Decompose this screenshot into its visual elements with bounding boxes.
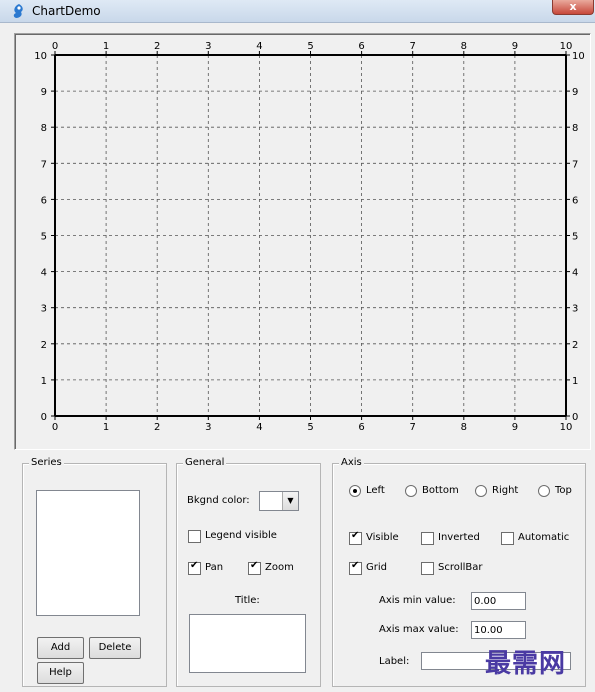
axis-left-label: Left: [366, 485, 385, 496]
app-icon: [13, 4, 23, 18]
x-tick-label-top: 9: [512, 41, 518, 52]
add-series-button[interactable]: Add: [37, 637, 84, 659]
axis-max-input[interactable]: 10.00: [471, 621, 526, 639]
y-tick-label-right: 5: [572, 232, 578, 243]
legend-visible-checkbox[interactable]: [188, 530, 201, 543]
y-tick-label-right: 3: [572, 304, 578, 315]
y-tick-label-right: 1: [572, 376, 578, 387]
scrollbar-label: ScrollBar: [438, 562, 483, 573]
axis-bottom-radio[interactable]: [405, 485, 417, 497]
y-tick-label-right: 6: [572, 195, 578, 206]
y-tick-label: 8: [41, 123, 47, 134]
chevron-down-icon[interactable]: ▼: [282, 492, 298, 510]
axis-max-label: Axis max value:: [379, 624, 459, 635]
y-tick-label: 7: [41, 159, 47, 170]
x-tick-label: 5: [307, 422, 313, 433]
chart-control[interactable]: 0 0 1 1 2 2 3 3 4 4 5 5 6 6 7 7 8 8 9 9 10 10 0 0 1 1 2 2 3 3 4 4 5 5 6 6 7 7…: [14, 33, 591, 450]
y-tick-label-right: 2: [572, 340, 578, 351]
y-tick-label: 0: [41, 412, 47, 423]
title-textarea[interactable]: [189, 614, 306, 673]
axis-min-label: Axis min value:: [379, 595, 456, 606]
window-title: ChartDemo: [32, 4, 101, 18]
x-tick-label-top: 0: [52, 41, 58, 52]
inverted-label: Inverted: [438, 532, 480, 543]
series-group: Series Add Delete Help: [22, 457, 167, 687]
series-listbox[interactable]: [36, 490, 140, 616]
y-tick-label: 5: [41, 232, 47, 243]
general-group: General Bkgnd color: ▼ Legend visible Pa…: [176, 457, 321, 687]
x-tick-label: 8: [461, 422, 467, 433]
title-label: Title:: [235, 595, 260, 606]
x-tick-label-top: 1: [103, 41, 109, 52]
x-tick-label-top: 3: [205, 41, 211, 52]
legend-visible-label: Legend visible: [205, 530, 277, 541]
delete-series-button[interactable]: Delete: [89, 637, 141, 659]
x-tick-label: 7: [410, 422, 416, 433]
axis-right-label: Right: [492, 485, 519, 496]
axis-min-input[interactable]: 0.00: [471, 592, 526, 610]
axis-label-label: Label:: [379, 656, 410, 667]
x-tick-label-top: 5: [307, 41, 313, 52]
axis-bottom-label: Bottom: [422, 485, 459, 496]
x-tick-label: 2: [154, 422, 160, 433]
x-tick-label-top: 6: [358, 41, 364, 52]
help-button[interactable]: Help: [37, 662, 84, 684]
bkgnd-color-label: Bkgnd color:: [187, 495, 250, 506]
watermark-logo: 最需网: [485, 649, 567, 679]
chart-plot[interactable]: 0011223344556677889910100 01 12 23 34 45 56 67 7…: [15, 34, 590, 449]
visible-checkbox[interactable]: [349, 530, 362, 545]
x-tick-label: 1: [103, 422, 109, 433]
axis-top-label: Top: [555, 485, 572, 496]
y-tick-label-right: 0: [572, 412, 578, 423]
series-group-label: Series: [29, 457, 64, 468]
y-tick-label: 10: [34, 51, 47, 62]
automatic-checkbox[interactable]: [501, 532, 514, 545]
x-tick-label-top: 7: [410, 41, 416, 52]
y-tick-label-right: 7: [572, 159, 578, 170]
x-tick-label: 6: [358, 422, 364, 433]
zoom-checkbox[interactable]: [248, 560, 261, 575]
y-tick-label-right: 10: [572, 51, 585, 62]
x-tick-label-top: 8: [461, 41, 467, 52]
y-tick-label-right: 4: [572, 268, 578, 279]
y-tick-label-right: 8: [572, 123, 578, 134]
y-tick-label: 9: [41, 87, 47, 98]
dialog-client-area: 0 0 1 1 2 2 3 3 4 4 5 5 6 6 7 7 8 8 9 9 10 10 0 0 1 1 2 2 3 3 4 4 5 5 6 6 7 7…: [4, 23, 592, 692]
axis-left-radio[interactable]: [349, 485, 361, 497]
grid-checkbox[interactable]: [349, 560, 362, 575]
bkgnd-color-select[interactable]: ▼: [259, 491, 299, 511]
y-tick-label: 2: [41, 340, 47, 351]
close-icon: x: [569, 0, 577, 13]
close-button[interactable]: x: [552, 0, 594, 15]
x-tick-label-top: 2: [154, 41, 160, 52]
automatic-label: Automatic: [518, 532, 570, 543]
zoom-label: Zoom: [265, 562, 294, 573]
visible-label: Visible: [366, 532, 399, 543]
y-tick-label: 3: [41, 304, 47, 315]
general-group-label: General: [183, 457, 227, 468]
x-tick-label: 10: [560, 422, 573, 433]
x-tick-label: 0: [52, 422, 58, 433]
y-tick-label: 4: [41, 268, 47, 279]
x-tick-label: 4: [256, 422, 262, 433]
y-tick-label: 6: [41, 195, 47, 206]
axis-top-radio[interactable]: [538, 485, 550, 497]
y-tick-label-right: 9: [572, 87, 578, 98]
pan-label: Pan: [205, 562, 224, 573]
inverted-checkbox[interactable]: [421, 532, 434, 545]
x-tick-label-top: 4: [256, 41, 262, 52]
pan-checkbox[interactable]: [188, 560, 201, 575]
scrollbar-checkbox[interactable]: [421, 562, 434, 575]
x-tick-label: 3: [205, 422, 211, 433]
y-tick-label: 1: [41, 376, 47, 387]
window-titlebar[interactable]: ChartDemo x: [0, 0, 595, 23]
x-tick-label: 9: [512, 422, 518, 433]
axis-right-radio[interactable]: [475, 485, 487, 497]
grid-label: Grid: [366, 562, 387, 573]
x-tick-label-top: 10: [560, 41, 573, 52]
axis-group-label: Axis: [339, 457, 364, 468]
